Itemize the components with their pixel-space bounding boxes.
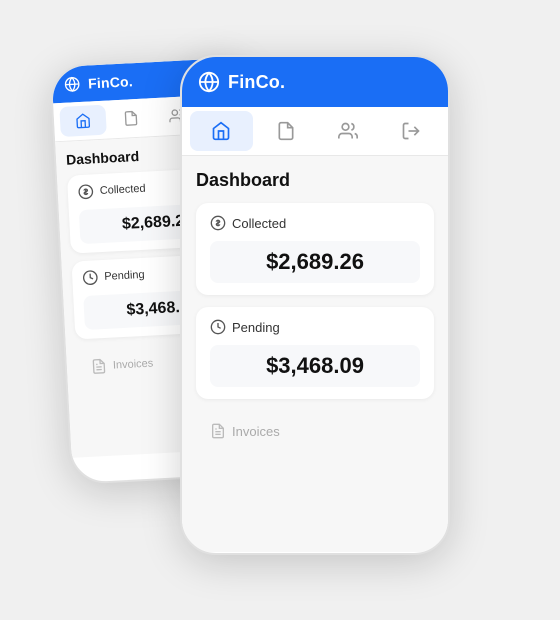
front-tab-docs[interactable] (255, 107, 318, 155)
back-tab-docs[interactable] (107, 98, 155, 138)
globe-icon-back (64, 76, 81, 93)
back-invoices-label: Invoices (113, 357, 154, 371)
front-pending-text: Pending (232, 320, 280, 335)
front-collected-card: Collected $2,689.26 (196, 203, 434, 295)
front-dashboard-title: Dashboard (196, 170, 434, 191)
front-tab-home[interactable] (190, 111, 253, 151)
front-pending-value: $3,468.09 (210, 345, 420, 387)
clock-icon-back (82, 269, 99, 286)
invoices-icon-back (91, 358, 108, 375)
front-tab-logout[interactable] (380, 107, 443, 155)
phone-front: FinCo. (180, 55, 450, 555)
front-pending-card: Pending $3,468.09 (196, 307, 434, 399)
dollar-icon-front (210, 215, 226, 231)
front-app-title: FinCo. (228, 72, 285, 93)
document-icon-front (276, 121, 296, 141)
globe-icon-front (198, 71, 220, 93)
front-tab-users[interactable] (317, 107, 380, 155)
back-pending-text: Pending (104, 269, 145, 283)
clock-icon-front (210, 319, 226, 335)
dollar-icon-back (77, 183, 94, 200)
back-tab-home[interactable] (59, 105, 107, 137)
home-icon-back (75, 112, 92, 129)
front-header: FinCo. (182, 57, 448, 107)
invoices-icon-front (210, 423, 226, 439)
front-invoices-section: Invoices (196, 411, 434, 451)
back-collected-text: Collected (99, 183, 145, 197)
front-collected-value: $2,689.26 (210, 241, 420, 283)
logout-icon-front (401, 121, 421, 141)
document-icon-back (123, 110, 140, 127)
front-collected-text: Collected (232, 216, 286, 231)
users-icon-front (338, 121, 358, 141)
home-icon-front (211, 121, 231, 141)
front-collected-label: Collected (210, 215, 420, 231)
front-nav-tabs (182, 107, 448, 156)
front-dashboard-content: Dashboard Collected $2,689.26 Pending (182, 156, 448, 552)
back-app-title: FinCo. (88, 73, 134, 91)
front-pending-label: Pending (210, 319, 420, 335)
front-invoices-label: Invoices (232, 424, 280, 439)
